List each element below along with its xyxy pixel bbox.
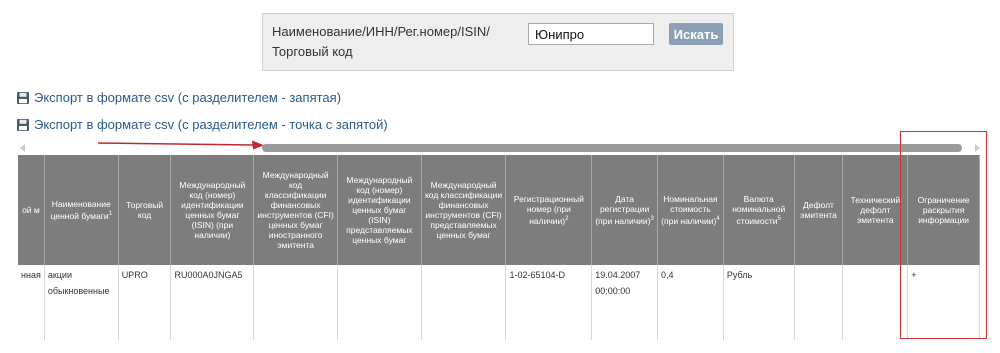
table-cell: UPRO — [118, 265, 172, 340]
table-cell: RU000A0JNGA5 — [170, 265, 255, 340]
column-header: Номинальная стоимость (при наличии)4 — [657, 155, 724, 265]
export-csv-comma-link[interactable]: Экспорт в формате csv (с разделителем - … — [17, 90, 341, 105]
scroll-right-arrow-icon[interactable] — [975, 144, 980, 152]
table-cell — [253, 265, 338, 340]
column-header: Валюта номинальной стоимости5 — [723, 155, 795, 265]
column-header: Дефолт эмитента — [794, 155, 844, 265]
scrollbar-thumb[interactable] — [262, 144, 962, 152]
export-link-label: Экспорт в формате csv (с разделителем - … — [34, 90, 342, 105]
table-cell — [421, 265, 507, 340]
horizontal-scrollbar[interactable] — [18, 142, 980, 155]
column-header: Международный код классификации финансов… — [253, 155, 338, 265]
search-button[interactable]: Искать — [669, 23, 723, 45]
table-cell: 19.04.2007 00:00:00 — [591, 265, 658, 340]
column-header: Международный код (номер) идентификации … — [170, 155, 255, 265]
floppy-disk-icon — [17, 118, 29, 131]
table-cell — [842, 265, 909, 340]
column-header: Регистрационный номер (при наличии)2 — [505, 155, 593, 265]
column-header: ой м — [18, 155, 45, 265]
table-cell — [337, 265, 422, 340]
column-header: Технический дефолт эмитента — [842, 155, 909, 265]
scroll-left-arrow-icon[interactable] — [20, 144, 25, 152]
column-header: Наименование ценной бумаги1 — [44, 155, 119, 265]
column-header: Дата регистрации (при наличии)3 — [591, 155, 658, 265]
table-row: нная акции обыкновенные UPRO RU000A0JNGA… — [18, 265, 980, 340]
table-cell: нная — [18, 265, 45, 340]
table-cell: 0,4 — [657, 265, 724, 340]
table-cell-disclosure-restriction: + — [907, 265, 980, 340]
column-header: Международный код классификации финансов… — [421, 155, 507, 265]
search-input[interactable] — [528, 23, 654, 45]
export-link-label: Экспорт в формате csv (с разделителем - … — [34, 117, 388, 132]
column-header: Международный код (номер) идентификации … — [337, 155, 422, 265]
floppy-disk-icon — [17, 91, 29, 104]
export-csv-semicolon-link[interactable]: Экспорт в формате csv (с разделителем - … — [17, 117, 388, 132]
table-cell: Рубль — [723, 265, 795, 340]
column-header-disclosure-restriction: Ограничение раскрытия информации — [907, 155, 980, 265]
column-header: Торговый код — [118, 155, 172, 265]
search-label: Наименование/ИНН/Рег.номер/ISIN/ Торговы… — [272, 24, 490, 59]
table-cell: акции обыкновенные — [44, 265, 119, 340]
securities-table: ой м Наименование ценной бумаги1 Торговы… — [18, 155, 980, 340]
securities-table-container: ой м Наименование ценной бумаги1 Торговы… — [18, 155, 980, 340]
table-cell: 1-02-65104-D — [505, 265, 593, 340]
search-panel: Наименование/ИНН/Рег.номер/ISIN/ Торговы… — [262, 13, 734, 71]
table-cell — [794, 265, 844, 340]
table-header-row: ой м Наименование ценной бумаги1 Торговы… — [18, 155, 980, 265]
